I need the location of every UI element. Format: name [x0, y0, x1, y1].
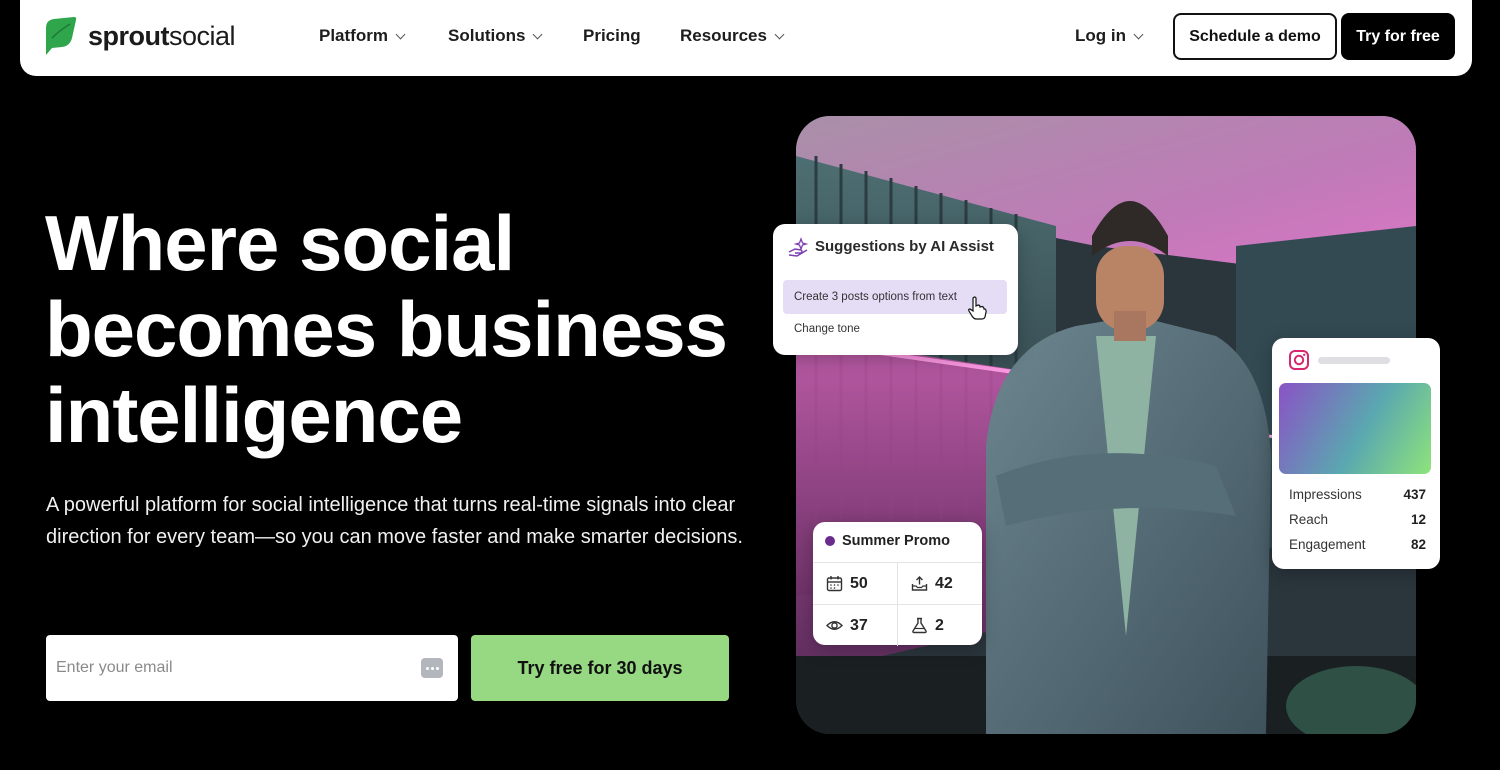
- eye-icon: [826, 621, 843, 630]
- post-image-placeholder: [1279, 383, 1431, 474]
- email-field-container: [46, 635, 458, 701]
- instagram-icon: [1289, 350, 1309, 370]
- promo-stats-grid: 50 42 37 2: [813, 562, 982, 646]
- nav-pricing-label: Pricing: [583, 26, 641, 45]
- password-manager-icon[interactable]: [421, 658, 443, 678]
- metric-label: Reach: [1289, 512, 1329, 527]
- ai-assist-card: Suggestions by AI Assist Create 3 posts …: [773, 224, 1018, 355]
- nav-platform-label: Platform: [319, 26, 388, 45]
- nav-solutions[interactable]: Solutions: [448, 26, 543, 46]
- login-label: Log in: [1075, 26, 1126, 45]
- calendar-icon: [826, 576, 843, 592]
- nav-platform[interactable]: Platform: [319, 26, 406, 46]
- upload-icon: [911, 576, 928, 591]
- schedule-demo-button[interactable]: Schedule a demo: [1173, 13, 1337, 60]
- status-dot: [825, 536, 835, 546]
- nav-resources[interactable]: Resources: [680, 26, 785, 46]
- ai-sparkle-hand-icon: [788, 237, 809, 257]
- metric-label: Impressions: [1289, 487, 1362, 502]
- logo-wordmark: sproutsocial: [88, 20, 236, 51]
- promo-stat-scheduled: 50: [813, 563, 897, 604]
- hero-subtitle: A powerful platform for social intellige…: [46, 494, 743, 548]
- promo-stat-value: 37: [850, 616, 868, 634]
- metric-impressions: Impressions 437: [1289, 487, 1426, 502]
- chevron-down-icon: [395, 29, 406, 39]
- promo-stat-drafts: 2: [898, 605, 982, 646]
- ai-suggestion-change-tone[interactable]: Change tone: [794, 323, 860, 335]
- hero-title-line: intelligence: [45, 371, 463, 459]
- hand-cursor-icon: [968, 296, 987, 320]
- metric-label: Engagement: [1289, 537, 1366, 552]
- hero-title-line: Where social: [45, 199, 515, 287]
- promo-stat-value: 50: [850, 574, 868, 592]
- metric-value: 437: [1403, 487, 1426, 502]
- promo-title-text: Summer Promo: [842, 533, 950, 549]
- email-input[interactable]: [56, 659, 396, 677]
- promo-title: Summer Promo: [825, 533, 950, 549]
- chevron-down-icon: [774, 29, 785, 39]
- summer-promo-card: Summer Promo 50 42 37 2: [813, 522, 982, 646]
- promo-stat-value: 2: [935, 616, 944, 634]
- sprout-social-logo[interactable]: sproutsocial: [44, 16, 236, 56]
- nav-solutions-label: Solutions: [448, 26, 526, 45]
- promo-stat-views: 37: [813, 605, 897, 646]
- sprout-leaf-icon: [46, 17, 77, 55]
- flask-icon: [912, 617, 927, 634]
- promo-stat-value: 42: [935, 574, 953, 592]
- hero-title-line: becomes business: [45, 285, 728, 373]
- try-for-free-button[interactable]: Try for free: [1341, 13, 1455, 60]
- metric-reach: Reach 12: [1289, 512, 1426, 527]
- top-navigation: sproutsocial Platform Solutions Pricing …: [20, 0, 1472, 76]
- ai-assist-title: Suggestions by AI Assist: [815, 238, 994, 255]
- metric-value: 82: [1410, 537, 1426, 552]
- chevron-down-icon: [533, 29, 543, 39]
- instagram-metrics-card: Impressions 437 Reach 12 Engagement 82: [1272, 338, 1440, 569]
- nav-pricing[interactable]: Pricing: [583, 26, 641, 46]
- promo-stat-published: 42: [898, 563, 982, 604]
- metric-engagement: Engagement 82: [1289, 537, 1426, 552]
- hero-title: Where social becomes business intelligen…: [45, 200, 765, 458]
- nav-resources-label: Resources: [680, 26, 767, 45]
- metric-value: 12: [1410, 512, 1426, 527]
- account-name-placeholder: [1318, 357, 1390, 364]
- login-menu[interactable]: Log in: [1075, 26, 1144, 46]
- try-free-30-days-button[interactable]: Try free for 30 days: [471, 635, 729, 701]
- chevron-down-icon: [1133, 29, 1144, 39]
